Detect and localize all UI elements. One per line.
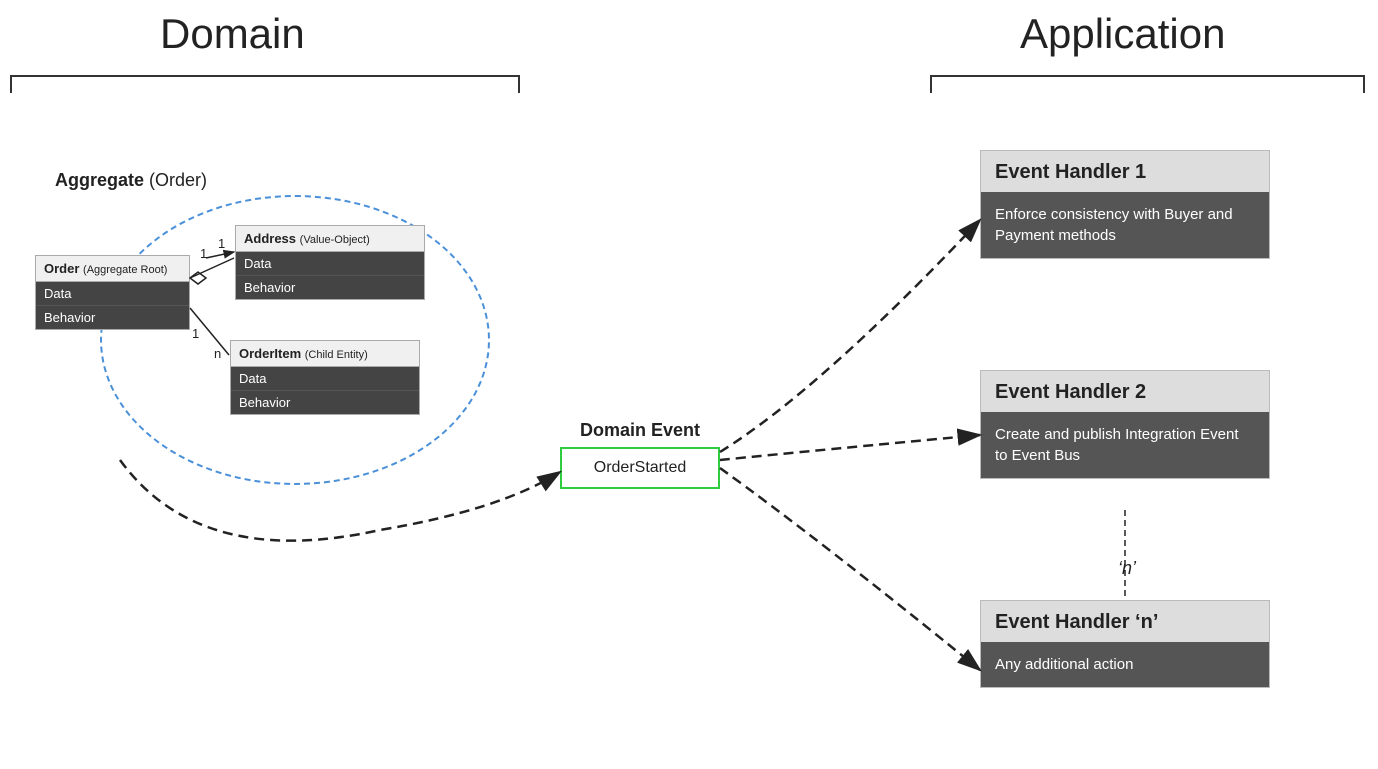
handler1-title: Event Handler 1 — [981, 151, 1269, 192]
event-handler-1: Event Handler 1 Enforce consistency with… — [980, 150, 1270, 259]
address-box-header: Address (Value-Object) — [236, 226, 424, 252]
domain-bracket — [10, 75, 520, 93]
aggregate-paren: (Order) — [149, 170, 207, 190]
handler1-body: Enforce consistency with Buyer and Payme… — [981, 192, 1269, 258]
orderitem-data-row: Data — [231, 367, 419, 391]
application-bracket — [930, 75, 1365, 93]
orderitem-title: OrderItem — [239, 346, 301, 361]
orderitem-box-header: OrderItem (Child Entity) — [231, 341, 419, 367]
order-behavior-row: Behavior — [36, 306, 189, 329]
event-handler-n: Event Handler ‘n’ Any additional action — [980, 600, 1270, 688]
handler2-body: Create and publish Integration Event to … — [981, 412, 1269, 478]
address-box: Address (Value-Object) Data Behavior — [235, 225, 425, 300]
address-data-row: Data — [236, 252, 424, 276]
domain-event-container: Domain Event OrderStarted — [560, 420, 720, 489]
aggregate-strong: Aggregate — [55, 170, 144, 190]
order-title: Order — [44, 261, 79, 276]
n-label: ‘n’ — [1118, 558, 1136, 579]
application-title: Application — [1020, 10, 1225, 58]
event-handler-2: Event Handler 2 Create and publish Integ… — [980, 370, 1270, 479]
domain-title: Domain — [160, 10, 305, 58]
handler2-title: Event Handler 2 — [981, 371, 1269, 412]
orderitem-subtitle: (Child Entity) — [305, 349, 368, 361]
order-subtitle: (Aggregate Root) — [83, 264, 167, 276]
handlern-body: Any additional action — [981, 642, 1269, 687]
order-box-header: Order (Aggregate Root) — [36, 256, 189, 282]
order-data-row: Data — [36, 282, 189, 306]
aggregate-label: Aggregate (Order) — [55, 170, 207, 191]
order-box: Order (Aggregate Root) Data Behavior — [35, 255, 190, 330]
domain-event-box: OrderStarted — [560, 447, 720, 489]
orderitem-box: OrderItem (Child Entity) Data Behavior — [230, 340, 420, 415]
address-behavior-row: Behavior — [236, 276, 424, 299]
domain-event-label: Domain Event — [560, 420, 720, 441]
handlern-title: Event Handler ‘n’ — [981, 601, 1269, 642]
orderitem-behavior-row: Behavior — [231, 391, 419, 414]
main-container: Domain Application Aggregate (Order) Ord… — [0, 0, 1378, 769]
address-title: Address — [244, 231, 296, 246]
address-subtitle: (Value-Object) — [300, 234, 370, 246]
